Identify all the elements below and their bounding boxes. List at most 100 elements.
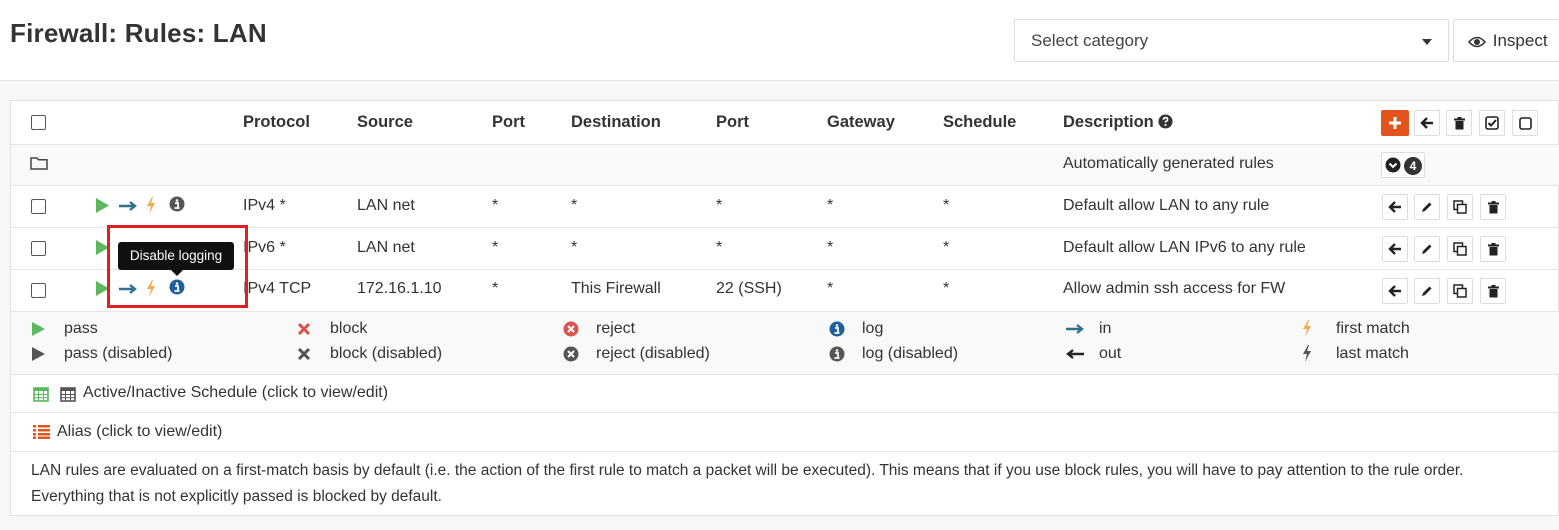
pass-disabled-icon <box>32 347 45 361</box>
schedule-note: Active/Inactive Schedule (click to view/… <box>11 375 1559 413</box>
block-icon <box>298 323 310 335</box>
legend-log: log <box>862 320 884 337</box>
rule-group-row[interactable]: Automatically generated rules 4 <box>11 145 1559 186</box>
rule-destination: * <box>571 239 578 256</box>
disable-selected-button[interactable] <box>1512 110 1538 136</box>
delete-rule-button[interactable] <box>1480 236 1506 262</box>
top-bar: Firewall: Rules: LAN Select category Ins… <box>0 0 1559 81</box>
clone-icon <box>1453 200 1467 214</box>
move-rule-button[interactable] <box>1382 236 1408 262</box>
copy-rule-button[interactable] <box>1447 194 1473 220</box>
legend-out: out <box>1099 345 1122 362</box>
group-description: Automatically generated rules <box>1063 155 1274 172</box>
header-schedule[interactable]: Schedule <box>943 113 1016 132</box>
calendar-inactive-icon <box>60 387 76 402</box>
rule-dest-port: 22 (SSH) <box>716 280 782 297</box>
header-destination[interactable]: Destination <box>571 113 661 132</box>
row-checkbox[interactable] <box>31 241 46 256</box>
table-header: Protocol Source Port Destination Port Ga… <box>11 101 1559 145</box>
inspect-button[interactable]: Inspect <box>1453 19 1559 62</box>
rule-source: LAN net <box>357 239 415 256</box>
trash-icon <box>1487 200 1499 213</box>
clone-icon <box>1453 284 1467 298</box>
rule-schedule: * <box>943 280 950 297</box>
arrow-out-icon <box>1066 349 1084 359</box>
group-count: 4 <box>1404 157 1422 175</box>
page-title: Firewall: Rules: LAN <box>10 18 267 48</box>
pass-icon[interactable] <box>96 198 109 213</box>
legend-log-disabled: log (disabled) <box>862 345 959 362</box>
legend-block: block <box>330 320 368 337</box>
header-dest-port[interactable]: Port <box>716 113 749 132</box>
eye-icon <box>1467 36 1487 48</box>
rule-dest-port: * <box>716 197 723 214</box>
folder-icon <box>30 157 48 170</box>
rule-source: LAN net <box>357 197 415 214</box>
legend-pass: pass <box>64 320 98 337</box>
move-rule-button[interactable] <box>1382 278 1408 304</box>
schedule-note-text: Active/Inactive Schedule (click to view/… <box>83 384 389 401</box>
category-select[interactable]: Select category <box>1014 19 1449 62</box>
edit-rule-button[interactable] <box>1414 278 1440 304</box>
edit-rule-button[interactable] <box>1414 194 1440 220</box>
enable-selected-button[interactable] <box>1479 110 1505 136</box>
square-icon <box>1518 116 1532 130</box>
group-toggle-badge[interactable]: 4 <box>1381 152 1425 178</box>
rule-description: Allow admin ssh access for FW <box>1063 280 1286 297</box>
arrow-in-icon[interactable] <box>119 201 137 211</box>
select-all-checkbox[interactable] <box>31 115 46 130</box>
log-info-icon[interactable] <box>169 196 185 212</box>
move-rule-button[interactable] <box>1382 194 1408 220</box>
row-checkbox[interactable] <box>31 199 46 214</box>
alias-note: Alias (click to view/edit) <box>11 413 1559 452</box>
rule-source: 172.16.1.10 <box>357 280 442 297</box>
copy-rule-button[interactable] <box>1447 278 1473 304</box>
rule-protocol: IPv4 * <box>243 197 286 214</box>
legend-last-match: last match <box>1336 345 1409 362</box>
arrow-left-icon <box>1388 243 1401 255</box>
log-icon <box>829 321 845 337</box>
calendar-active-icon <box>33 387 49 402</box>
row-checkbox[interactable] <box>31 283 46 298</box>
first-match-icon[interactable] <box>146 197 156 214</box>
legend-pass-disabled: pass (disabled) <box>64 345 173 362</box>
category-select-label: Select category <box>1031 31 1149 50</box>
delete-rule-button[interactable] <box>1480 278 1506 304</box>
check-square-icon <box>1485 116 1499 130</box>
delete-rule-button[interactable] <box>1480 194 1506 220</box>
pencil-icon <box>1422 202 1432 212</box>
log-disabled-icon <box>829 346 845 362</box>
rule-port: * <box>492 239 499 256</box>
first-match-icon <box>1303 320 1311 337</box>
move-rules-button[interactable] <box>1414 110 1440 136</box>
arrow-left-icon <box>1388 285 1401 297</box>
copy-rule-button[interactable] <box>1447 236 1473 262</box>
header-description[interactable]: Description <box>1063 113 1173 132</box>
legend: pass pass (disabled) block block (disabl… <box>11 312 1559 375</box>
header-protocol[interactable]: Protocol <box>243 113 310 132</box>
edit-rule-button[interactable] <box>1414 236 1440 262</box>
rules-info-text: LAN rules are evaluated on a first-match… <box>31 462 1464 505</box>
header-port[interactable]: Port <box>492 113 525 132</box>
clone-icon <box>1453 242 1467 256</box>
arrow-left-icon <box>1388 201 1401 213</box>
delete-selected-button[interactable] <box>1446 110 1472 136</box>
rule-schedule: * <box>943 197 950 214</box>
list-icon <box>33 425 50 439</box>
rule-description: Default allow LAN to any rule <box>1063 197 1270 214</box>
chevron-circle-down-icon <box>1385 157 1401 173</box>
caret-down-icon <box>1422 39 1432 45</box>
legend-reject: reject <box>596 320 636 337</box>
rule-port: * <box>492 280 499 297</box>
header-gateway[interactable]: Gateway <box>827 113 895 132</box>
help-icon[interactable] <box>1158 114 1173 129</box>
rule-gateway: * <box>827 197 834 214</box>
header-source[interactable]: Source <box>357 113 413 132</box>
alias-note-text: Alias (click to view/edit) <box>57 423 223 440</box>
legend-first-match: first match <box>1336 320 1410 337</box>
inspect-label: Inspect <box>1492 31 1548 50</box>
plus-icon <box>1389 117 1401 129</box>
rule-protocol: IPv6 * <box>243 239 286 256</box>
add-rule-button[interactable] <box>1381 110 1409 136</box>
trash-icon <box>1487 242 1499 255</box>
